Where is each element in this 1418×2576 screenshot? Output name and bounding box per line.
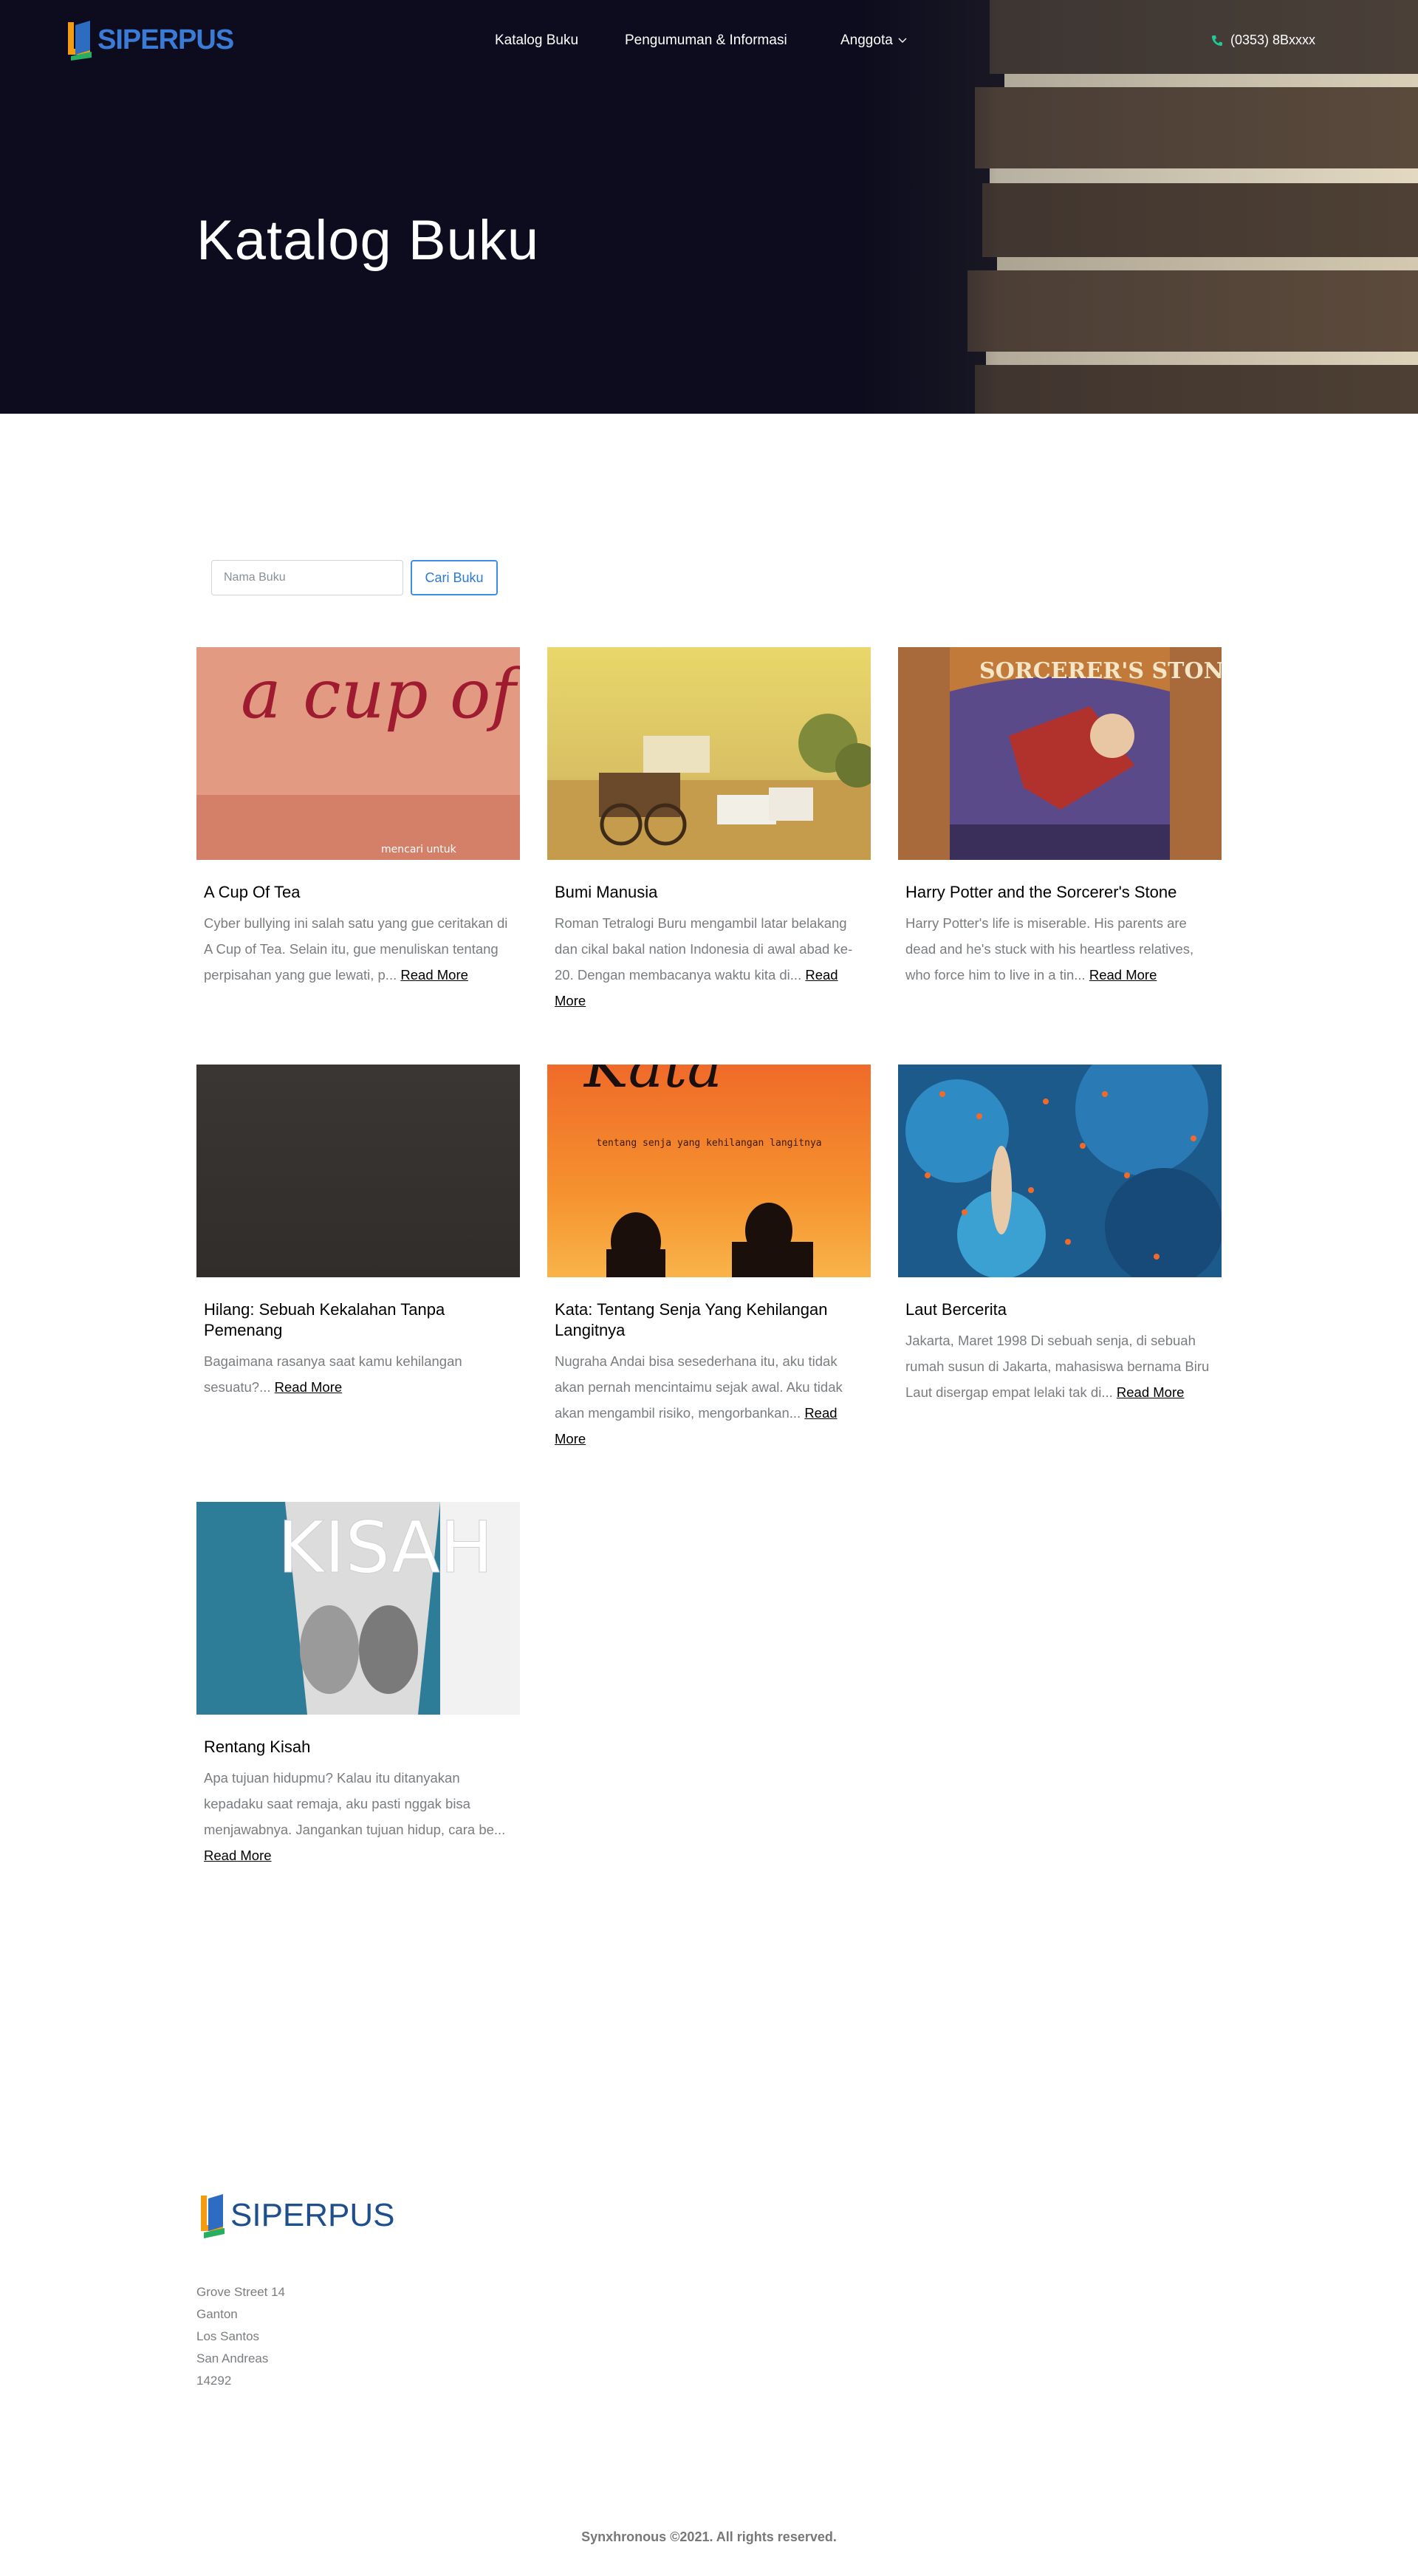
- book-title[interactable]: Bumi Manusia: [555, 882, 863, 903]
- book-logo-icon: [201, 2194, 225, 2238]
- book-description: Apa tujuan hidupmu? Kalau itu ditanyakan…: [204, 1770, 506, 1863]
- cover-title-text: SORCERER'S STONE: [979, 658, 1222, 684]
- read-more-link[interactable]: Read More: [204, 1848, 272, 1863]
- address-line: 14292: [196, 2374, 232, 2388]
- phone-icon: [1212, 35, 1222, 46]
- nav-pengumuman-informasi[interactable]: Pengumuman & Informasi: [625, 33, 787, 49]
- book-cover-image[interactable]: a cup of tea mencari untuk: [196, 647, 520, 860]
- book-title[interactable]: Laut Bercerita: [905, 1299, 1214, 1320]
- main-nav: Katalog Buku Pengumuman & Informasi Angg…: [0, 33, 1418, 50]
- book-description: Roman Tetralogi Buru mengambil latar bel…: [555, 915, 853, 1008]
- address-line: Ganton: [196, 2307, 238, 2321]
- book-cover-image[interactable]: [547, 647, 871, 860]
- nav-anggota-label: Anggota: [840, 33, 893, 48]
- cover-art: SORCERER'S STONE: [898, 647, 1222, 860]
- footer-logo[interactable]: SIPERPUS: [198, 2193, 395, 2238]
- cover-art: [898, 1065, 1222, 1277]
- phone-contact[interactable]: (0353) 8Bxxxx: [1211, 33, 1315, 48]
- address-line: San Andreas: [196, 2351, 269, 2365]
- book-cover-image[interactable]: SORCERER'S STONE: [898, 647, 1222, 860]
- read-more-link[interactable]: Read More: [1089, 967, 1157, 983]
- address-line: Los Santos: [196, 2329, 260, 2343]
- cover-art: Kata tentang senja yang kehilangan langi…: [547, 1065, 871, 1277]
- cover-art: KISAH: [196, 1502, 520, 1715]
- address-line: Grove Street 14: [196, 2285, 286, 2299]
- search-button[interactable]: Cari Buku: [411, 560, 498, 595]
- cover-title-text: a cup of tea: [241, 655, 520, 734]
- book-title[interactable]: Hilang: Sebuah Kekalahan Tanpa Pemenang: [204, 1299, 513, 1341]
- book-description: Nugraha Andai bisa sesederhana itu, aku …: [555, 1353, 843, 1446]
- book-description: Harry Potter's life is miserable. His pa…: [905, 915, 1194, 983]
- nav-katalog-buku[interactable]: Katalog Buku: [495, 33, 578, 49]
- book-card[interactable]: Kata tentang senja yang kehilangan langi…: [547, 1065, 871, 1452]
- book-cover-image[interactable]: Kata tentang senja yang kehilangan langi…: [547, 1065, 871, 1277]
- book-card[interactable]: KISAH Rentang Kisah Apa tujuan hidupmu? …: [196, 1502, 520, 1868]
- book-cover-image[interactable]: KISAH: [196, 1502, 520, 1715]
- book-title[interactable]: Harry Potter and the Sorcerer's Stone: [905, 882, 1214, 903]
- book-cover-image[interactable]: [196, 1065, 520, 1277]
- footer-logo-text: SIPERPUS: [230, 2197, 395, 2233]
- cover-title-text: Kata: [583, 1065, 722, 1101]
- book-description: Cyber bullying ini salah satu yang gue c…: [204, 915, 508, 983]
- book-title[interactable]: Kata: Tentang Senja Yang Kehilangan Lang…: [555, 1299, 863, 1341]
- cover-art: a cup of tea mencari untuk: [196, 647, 520, 860]
- search-input[interactable]: [211, 560, 403, 595]
- read-more-link[interactable]: Read More: [275, 1379, 343, 1395]
- svg-text:mencari untuk: mencari untuk: [381, 844, 457, 855]
- chevron-down-icon: [898, 38, 907, 43]
- book-card[interactable]: Laut Bercerita Jakarta, Maret 1998 Di se…: [898, 1065, 1222, 1405]
- book-card[interactable]: SORCERER'S STONE Harry Potter and the So…: [898, 647, 1222, 988]
- cover-title-text: KISAH: [278, 1506, 493, 1589]
- page-title: Katalog Buku: [196, 209, 540, 272]
- book-cover-image[interactable]: [898, 1065, 1222, 1277]
- book-title[interactable]: Rentang Kisah: [204, 1737, 513, 1757]
- read-more-link[interactable]: Read More: [400, 967, 468, 983]
- book-description: Jakarta, Maret 1998 Di sebuah senja, di …: [905, 1333, 1210, 1400]
- phone-number: (0353) 8Bxxxx: [1230, 33, 1316, 47]
- svg-text:tentang senja yang kehilangan: tentang senja yang kehilangan langitnya: [596, 1138, 821, 1149]
- book-card[interactable]: Bumi Manusia Roman Tetralogi Buru mengam…: [547, 647, 871, 1014]
- book-title[interactable]: A Cup Of Tea: [204, 882, 513, 903]
- book-card[interactable]: a cup of tea mencari untuk A Cup Of Tea …: [196, 647, 520, 988]
- cover-art: [547, 647, 871, 860]
- read-more-link[interactable]: Read More: [1117, 1384, 1185, 1400]
- book-description: Bagaimana rasanya saat kamu kehilangan s…: [204, 1353, 462, 1395]
- books-background-image: [857, 0, 1418, 414]
- search-form: Cari Buku: [211, 560, 498, 595]
- footer-address: Grove Street 14 Ganton Los Santos San An…: [196, 2281, 285, 2392]
- hero-header: SIPERPUS Katalog Buku Pengumuman & Infor…: [0, 0, 1418, 414]
- copyright-text: Synxhronous ©2021. All rights reserved.: [581, 2529, 837, 2544]
- book-card[interactable]: Hilang: Sebuah Kekalahan Tanpa Pemenang …: [196, 1065, 520, 1400]
- nav-anggota[interactable]: Anggota: [840, 33, 907, 49]
